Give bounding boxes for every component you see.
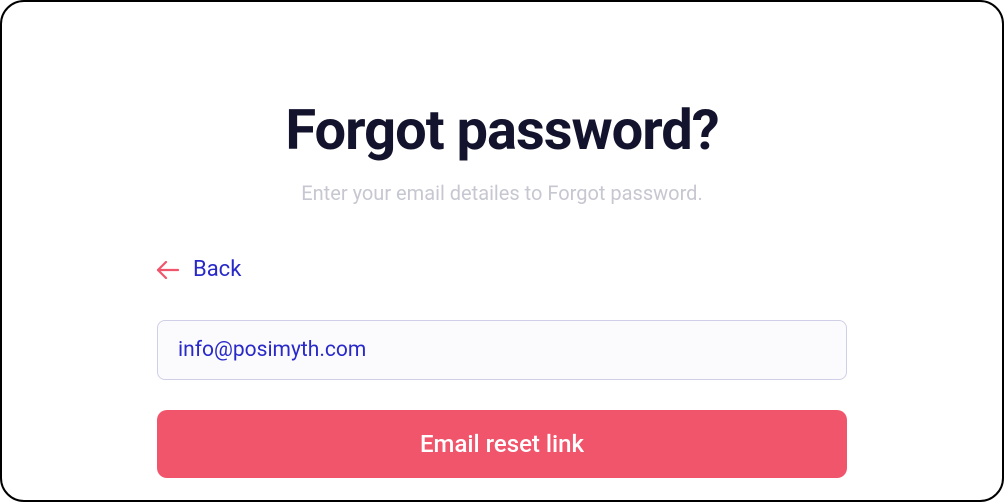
arrow-left-icon [157, 261, 179, 279]
email-field[interactable] [157, 320, 847, 380]
form-wrapper: Back Email reset link [157, 257, 847, 478]
forgot-password-card: Forgot password? Enter your email detail… [0, 0, 1004, 502]
page-subtitle: Enter your email detailes to Forgot pass… [301, 181, 702, 205]
back-link[interactable]: Back [157, 257, 241, 282]
back-label: Back [193, 257, 241, 282]
email-reset-button[interactable]: Email reset link [157, 410, 847, 478]
page-title: Forgot password? [285, 97, 718, 163]
